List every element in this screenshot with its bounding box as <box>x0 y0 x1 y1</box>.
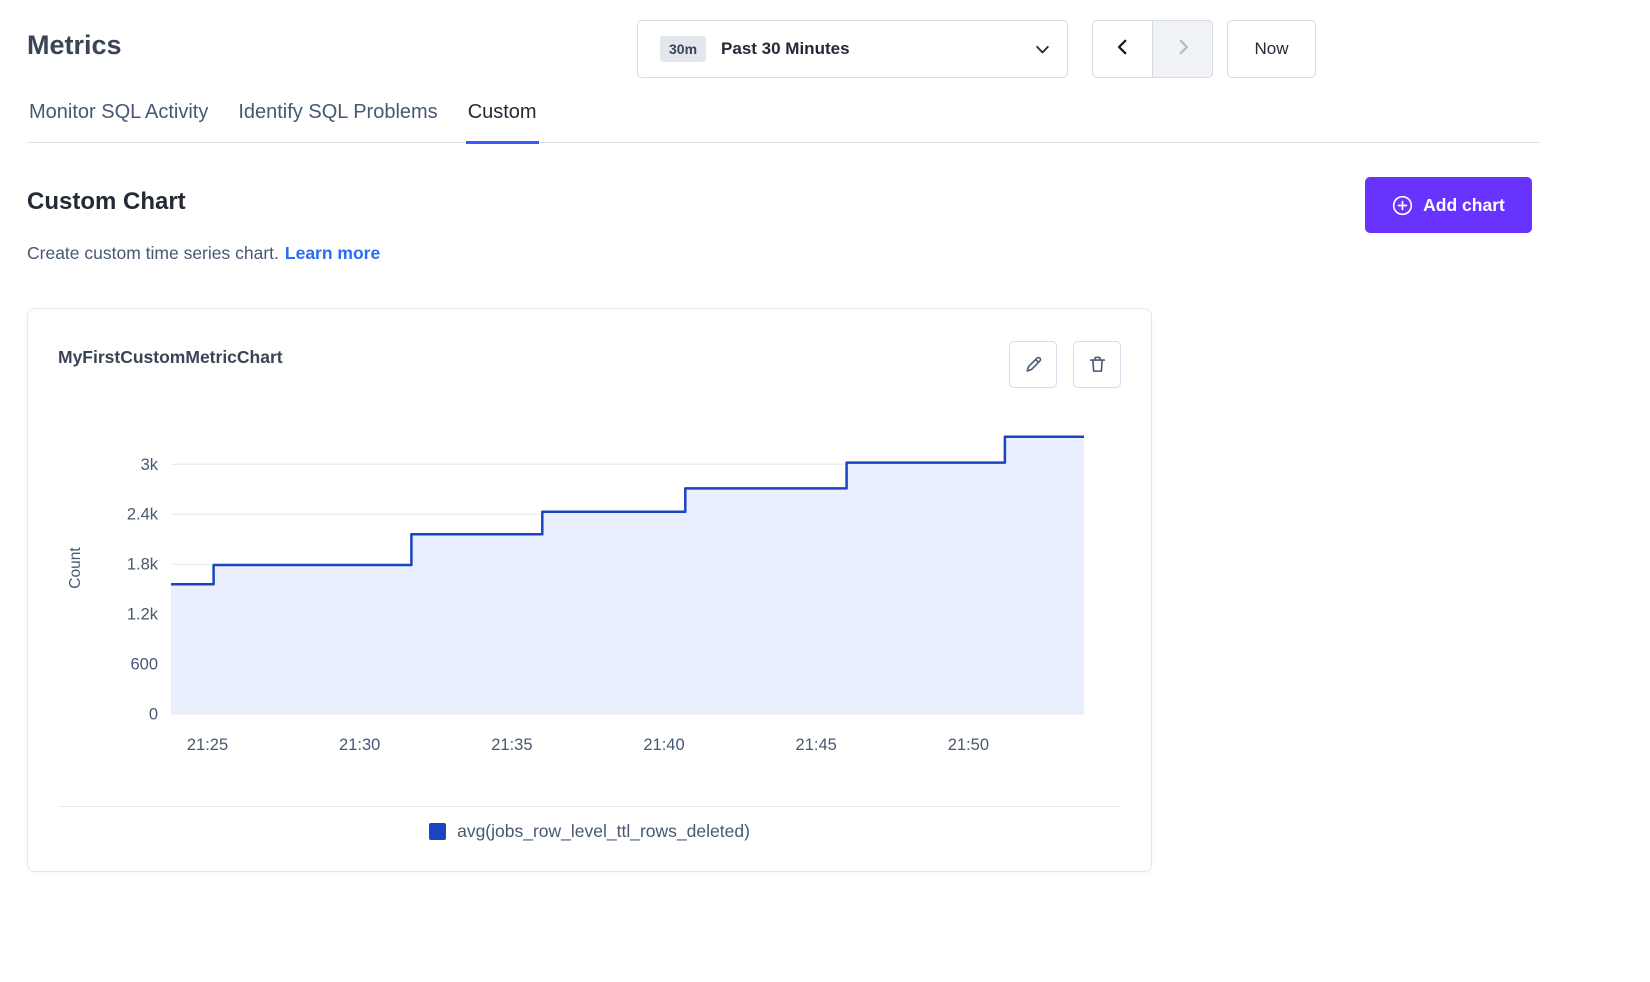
svg-text:21:45: 21:45 <box>796 736 837 754</box>
svg-text:1.8k: 1.8k <box>127 556 159 574</box>
time-next-button[interactable] <box>1152 20 1213 78</box>
svg-text:21:30: 21:30 <box>339 736 380 754</box>
metrics-tabs: Monitor SQL Activity Identify SQL Proble… <box>27 101 1540 143</box>
time-range-badge: 30m <box>660 36 706 62</box>
chart-legend[interactable]: avg(jobs_row_level_ttl_rows_deleted) <box>28 821 1151 842</box>
section-subtitle: Create custom time series chart. Learn mo… <box>27 243 380 264</box>
svg-text:21:35: 21:35 <box>491 736 532 754</box>
add-chart-button[interactable]: Add chart <box>1365 177 1532 233</box>
tab-monitor-sql-activity[interactable]: Monitor SQL Activity <box>27 101 210 144</box>
step-area-chart: 0 600 1.2k 1.8k 2.4k 3k 21:25 21:30 21:35 21:40 21… <box>28 409 1153 769</box>
svg-text:21:25: 21:25 <box>187 736 228 754</box>
delete-chart-button[interactable] <box>1073 341 1121 388</box>
card-divider <box>58 806 1121 807</box>
plus-circle-icon <box>1392 195 1413 216</box>
tab-custom[interactable]: Custom <box>466 101 539 144</box>
svg-text:21:40: 21:40 <box>643 736 684 754</box>
edit-chart-button[interactable] <box>1009 341 1057 388</box>
chart-plot: 0 600 1.2k 1.8k 2.4k 3k 21:25 21:30 21:35 21:40 21… <box>28 409 1153 769</box>
svg-text:600: 600 <box>130 656 158 674</box>
page-title: Metrics <box>27 30 122 61</box>
chevron-down-icon <box>1034 41 1051 58</box>
add-chart-label: Add chart <box>1423 195 1505 216</box>
chart-title: MyFirstCustomMetricChart <box>58 347 283 368</box>
svg-text:21:50: 21:50 <box>948 736 989 754</box>
learn-more-link[interactable]: Learn more <box>285 243 380 263</box>
custom-chart-card: MyFirstCustomMetricChart Count 06001.2k1… <box>27 308 1152 872</box>
time-range-dropdown[interactable]: 30m Past 30 Minutes <box>637 20 1068 78</box>
tab-identify-sql-problems[interactable]: Identify SQL Problems <box>236 101 439 144</box>
svg-text:0: 0 <box>149 706 158 724</box>
now-button[interactable]: Now <box>1227 20 1316 78</box>
chevron-left-icon <box>1114 38 1132 61</box>
time-nav-group <box>1092 20 1213 78</box>
subtitle-text: Create custom time series chart. <box>27 243 279 263</box>
trash-icon <box>1087 354 1108 375</box>
svg-text:3k: 3k <box>141 456 159 474</box>
time-range-label: Past 30 Minutes <box>721 39 850 59</box>
legend-swatch <box>429 823 446 840</box>
legend-label: avg(jobs_row_level_ttl_rows_deleted) <box>457 821 750 842</box>
svg-text:1.2k: 1.2k <box>127 606 159 624</box>
pencil-icon <box>1023 354 1044 375</box>
time-prev-button[interactable] <box>1092 20 1153 78</box>
svg-text:2.4k: 2.4k <box>127 506 159 524</box>
section-title: Custom Chart <box>27 188 186 216</box>
chevron-right-icon <box>1174 38 1192 61</box>
